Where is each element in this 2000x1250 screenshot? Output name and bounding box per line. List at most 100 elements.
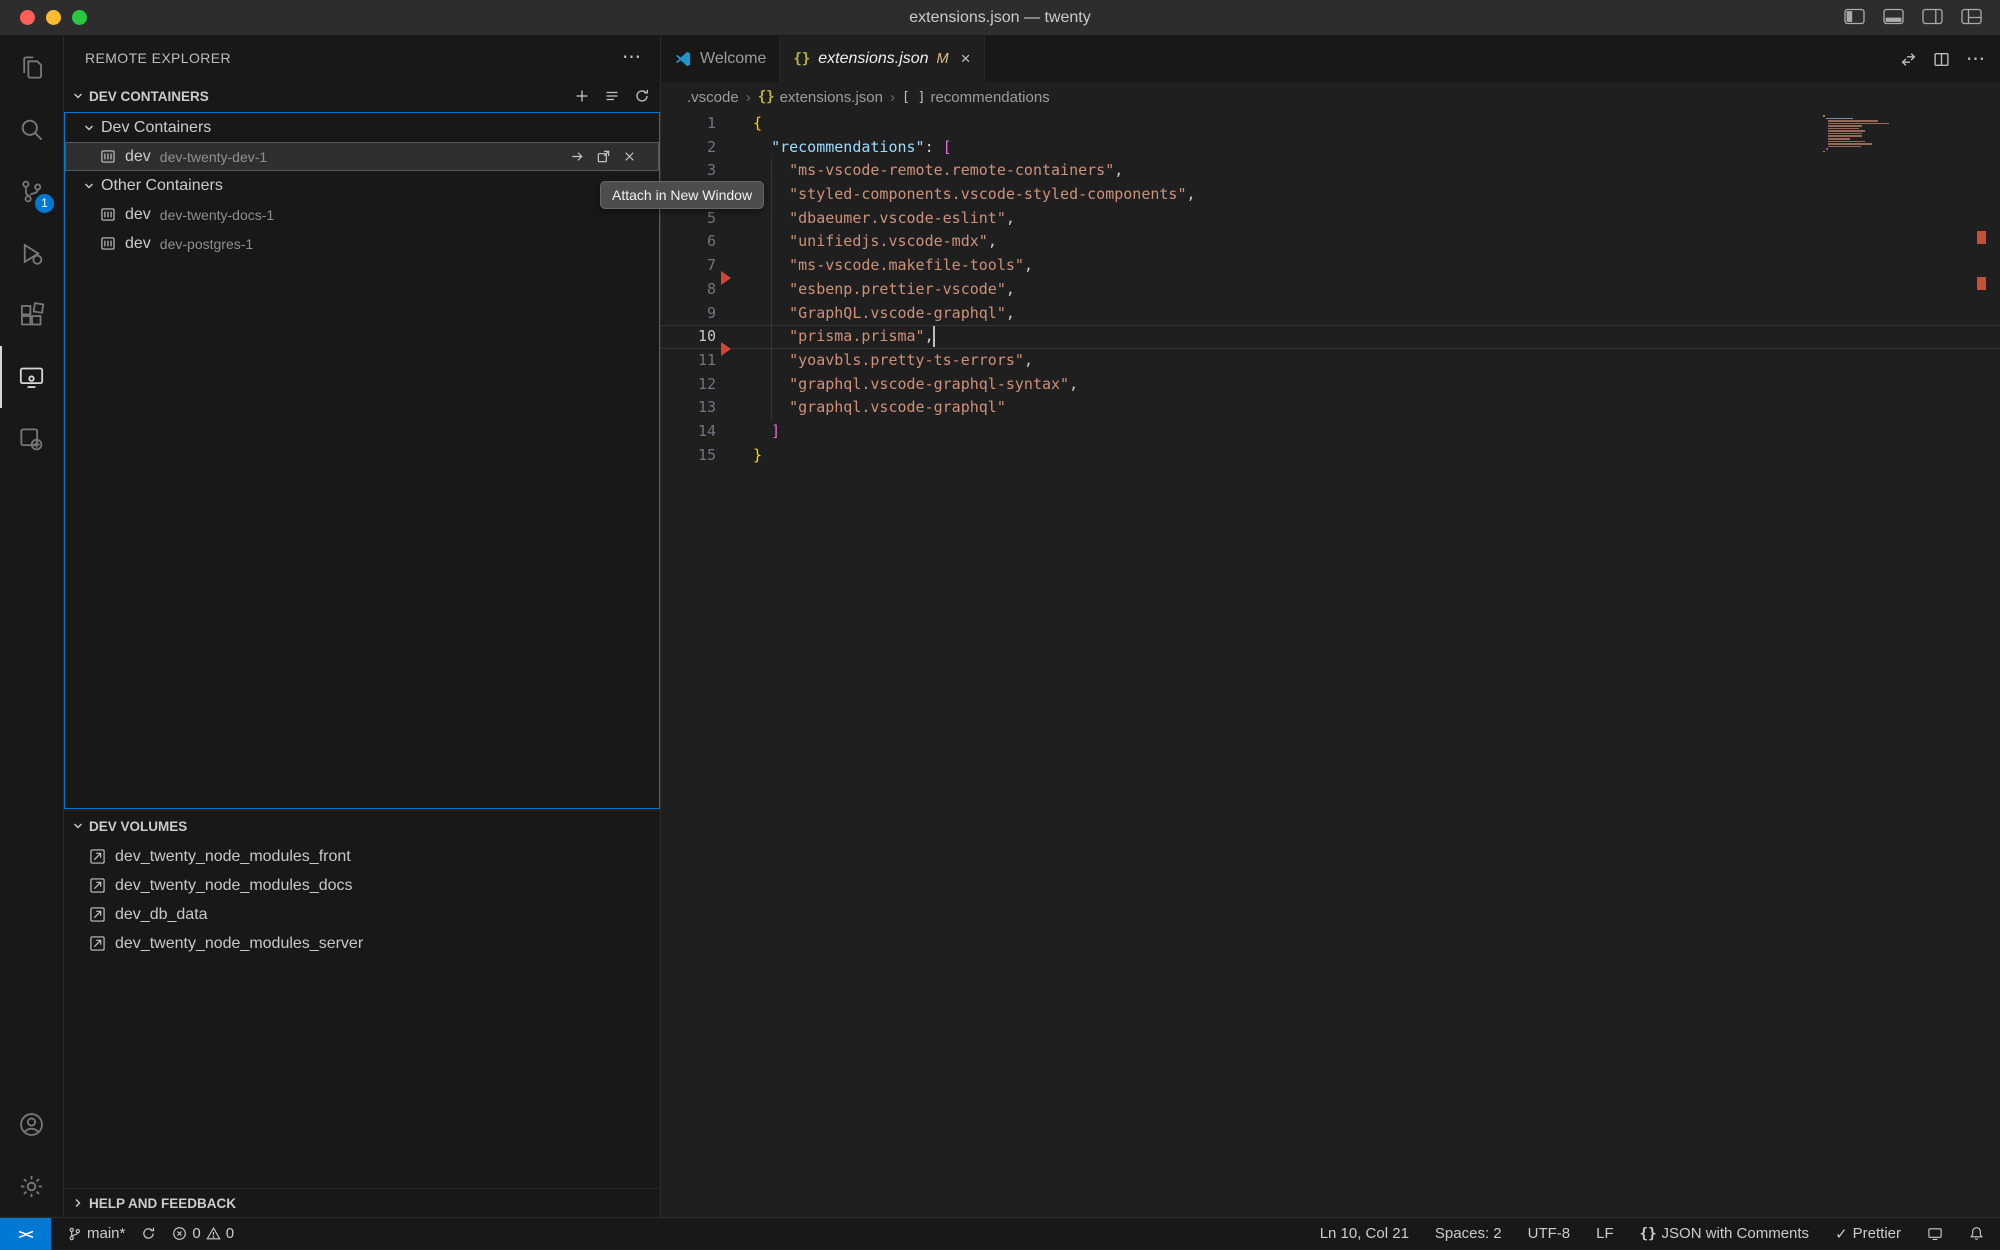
container-name: dev: [125, 235, 151, 253]
sync-icon: [141, 1226, 156, 1241]
volume-row[interactable]: dev_twenty_node_modules_server: [64, 929, 660, 958]
line-number: 14: [661, 420, 716, 444]
cursor-position-item[interactable]: Ln 10, Col 21: [1320, 1225, 1409, 1242]
code-line[interactable]: 15}: [661, 444, 2000, 468]
customize-layout-icon[interactable]: [1961, 8, 1982, 25]
source-control-icon[interactable]: 1: [0, 160, 63, 222]
minimap-line: [1826, 118, 1853, 120]
minimap-line: [1826, 148, 1828, 150]
line-number: 9: [661, 302, 716, 326]
chevron-down-icon: [81, 178, 97, 194]
containers-icon[interactable]: [0, 408, 63, 470]
line-number: 5: [661, 207, 716, 231]
attach-new-window-icon[interactable]: [596, 149, 611, 164]
volume-row[interactable]: dev_db_data: [64, 900, 660, 929]
volume-icon: [89, 935, 106, 952]
minimap-line: [1828, 123, 1889, 125]
remote-indicator[interactable]: ><: [0, 1218, 51, 1250]
search-icon[interactable]: [0, 98, 63, 160]
line-number: 7: [661, 254, 716, 278]
tree-group-label: Other Containers: [101, 177, 223, 195]
section-help-and-feedback[interactable]: HELP AND FEEDBACK: [64, 1188, 660, 1217]
tree-group[interactable]: Other Containers: [65, 171, 659, 200]
code-line[interactable]: 9 "GraphQL.vscode-graphql",: [661, 302, 2000, 326]
volume-name: dev_db_data: [115, 906, 208, 924]
problems-item[interactable]: 0 0: [172, 1225, 234, 1242]
breadcrumb-folder[interactable]: .vscode: [687, 89, 739, 106]
code-line[interactable]: 11 "yoavbls.pretty-ts-errors",: [661, 349, 2000, 373]
code-line[interactable]: 2 "recommendations": [: [661, 136, 2000, 160]
attach-container-icon[interactable]: [570, 149, 585, 164]
sync-changes-item[interactable]: [141, 1226, 156, 1241]
container-row[interactable]: dev dev-twenty-docs-1: [65, 200, 659, 229]
more-actions-icon[interactable]: ⋯: [1966, 48, 1986, 71]
toggle-primary-sidebar-icon[interactable]: [1844, 8, 1865, 25]
line-content: "dbaeumer.vscode-eslint",: [753, 207, 1015, 231]
filter-list-icon[interactable]: [604, 88, 620, 104]
toggle-panel-icon[interactable]: [1883, 8, 1904, 25]
explorer-icon[interactable]: [0, 36, 63, 98]
section-dev-volumes[interactable]: DEV VOLUMES: [64, 810, 660, 841]
indentation-item[interactable]: Spaces: 2: [1435, 1225, 1502, 1242]
git-branch-item[interactable]: main*: [67, 1225, 125, 1242]
minimap-line: [1828, 130, 1864, 132]
stop-container-icon[interactable]: [622, 149, 637, 164]
code-line[interactable]: 5 "dbaeumer.vscode-eslint",: [661, 207, 2000, 231]
add-container-icon[interactable]: [574, 88, 590, 104]
toggle-secondary-sidebar-icon[interactable]: [1922, 8, 1943, 25]
split-editor-icon[interactable]: [1933, 51, 1950, 68]
code-line[interactable]: 10 "prisma.prisma",: [661, 325, 2000, 349]
code-line[interactable]: 6 "unifiedjs.vscode-mdx",: [661, 230, 2000, 254]
open-changes-icon[interactable]: [1900, 51, 1917, 68]
volume-row[interactable]: dev_twenty_node_modules_docs: [64, 871, 660, 900]
code-editor[interactable]: 1{2 "recommendations": [3 "ms-vscode-rem…: [661, 112, 2000, 1217]
volume-row[interactable]: dev_twenty_node_modules_front: [64, 842, 660, 871]
eol-item[interactable]: LF: [1596, 1225, 1614, 1242]
code-line[interactable]: 8 "esbenp.prettier-vscode",: [661, 278, 2000, 302]
container-icon: [100, 148, 117, 165]
sidebar-title: REMOTE EXPLORER: [85, 50, 622, 66]
extensions-icon[interactable]: [0, 284, 63, 346]
line-content: "graphql.vscode-graphql": [753, 396, 1006, 420]
sidebar-more-actions-icon[interactable]: ⋯: [622, 53, 642, 63]
encoding-item[interactable]: UTF-8: [1528, 1225, 1571, 1242]
line-number: 3: [661, 159, 716, 183]
code-line[interactable]: 3 "ms-vscode-remote.remote-containers",: [661, 159, 2000, 183]
code-line[interactable]: 1{: [661, 112, 2000, 136]
breadcrumb-symbol[interactable]: [ ]recommendations: [902, 89, 1050, 106]
code-line[interactable]: 14 ]: [661, 420, 2000, 444]
tree-group[interactable]: Dev Containers: [65, 113, 659, 142]
code-line[interactable]: 12 "graphql.vscode-graphql-syntax",: [661, 373, 2000, 397]
container-row[interactable]: dev dev-twenty-dev-1: [65, 142, 659, 171]
language-status-icon: {}: [1640, 1226, 1657, 1242]
minimap-line: [1823, 115, 1825, 117]
dev-volumes-list: dev_twenty_node_modules_front dev_twenty…: [64, 842, 660, 958]
settings-gear-icon[interactable]: [0, 1155, 63, 1217]
accounts-icon[interactable]: [0, 1093, 63, 1155]
code-line[interactable]: 13 "graphql.vscode-graphql": [661, 396, 2000, 420]
run-debug-icon[interactable]: [0, 222, 63, 284]
minimap[interactable]: [1823, 115, 1897, 157]
section-label: DEV VOLUMES: [89, 819, 187, 834]
container-icon: [100, 235, 117, 252]
breadcrumb-file[interactable]: {}extensions.json: [758, 89, 883, 106]
code-line[interactable]: 4 "styled-components.vscode-styled-compo…: [661, 183, 2000, 207]
scm-changes-badge: 1: [35, 194, 54, 213]
section-dev-containers[interactable]: DEV CONTAINERS: [64, 80, 660, 112]
activity-bar: 1: [0, 36, 64, 1217]
remote-feedback-icon[interactable]: [1927, 1226, 1943, 1241]
close-tab-icon[interactable]: ×: [961, 49, 971, 69]
tab-extensions-json[interactable]: {} extensions.json M ×: [780, 36, 984, 82]
remote-explorer-icon[interactable]: [0, 346, 63, 408]
tab-welcome[interactable]: Welcome: [661, 36, 780, 82]
code-line[interactable]: 7 "ms-vscode.makefile-tools",: [661, 254, 2000, 278]
minimap-line: [1823, 151, 1825, 153]
container-row[interactable]: dev dev-postgres-1: [65, 229, 659, 258]
volume-icon: [89, 848, 106, 865]
notifications-bell-icon[interactable]: [1969, 1226, 1984, 1241]
refresh-icon[interactable]: [634, 88, 650, 104]
line-number: 6: [661, 230, 716, 254]
language-mode-item[interactable]: {} JSON with Comments: [1640, 1225, 1809, 1242]
formatter-item[interactable]: ✓ Prettier: [1835, 1225, 1901, 1243]
line-content: "GraphQL.vscode-graphql",: [753, 302, 1015, 326]
